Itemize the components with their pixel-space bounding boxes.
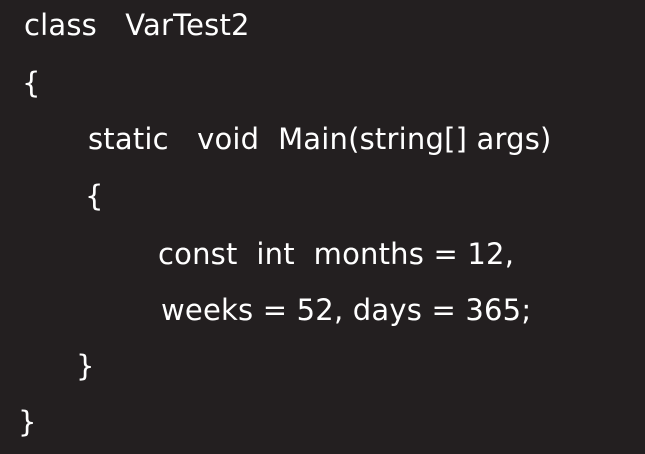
code-line-weeks-days: weeks = 52, days = 365; — [161, 293, 532, 327]
code-line-const-months: const int months = 12, — [158, 237, 515, 271]
code-line-class-declaration: class VarTest2 — [24, 8, 250, 42]
code-line-method-close-brace: } — [76, 349, 95, 383]
code-line-class-close-brace: } — [18, 405, 37, 439]
code-line-main-signature: static void Main(string[] args) — [88, 122, 552, 156]
code-line-method-open-brace: { — [85, 179, 104, 213]
code-line-class-open-brace: { — [22, 66, 41, 100]
code-panel: class VarTest2 { static void Main(string… — [0, 0, 645, 454]
